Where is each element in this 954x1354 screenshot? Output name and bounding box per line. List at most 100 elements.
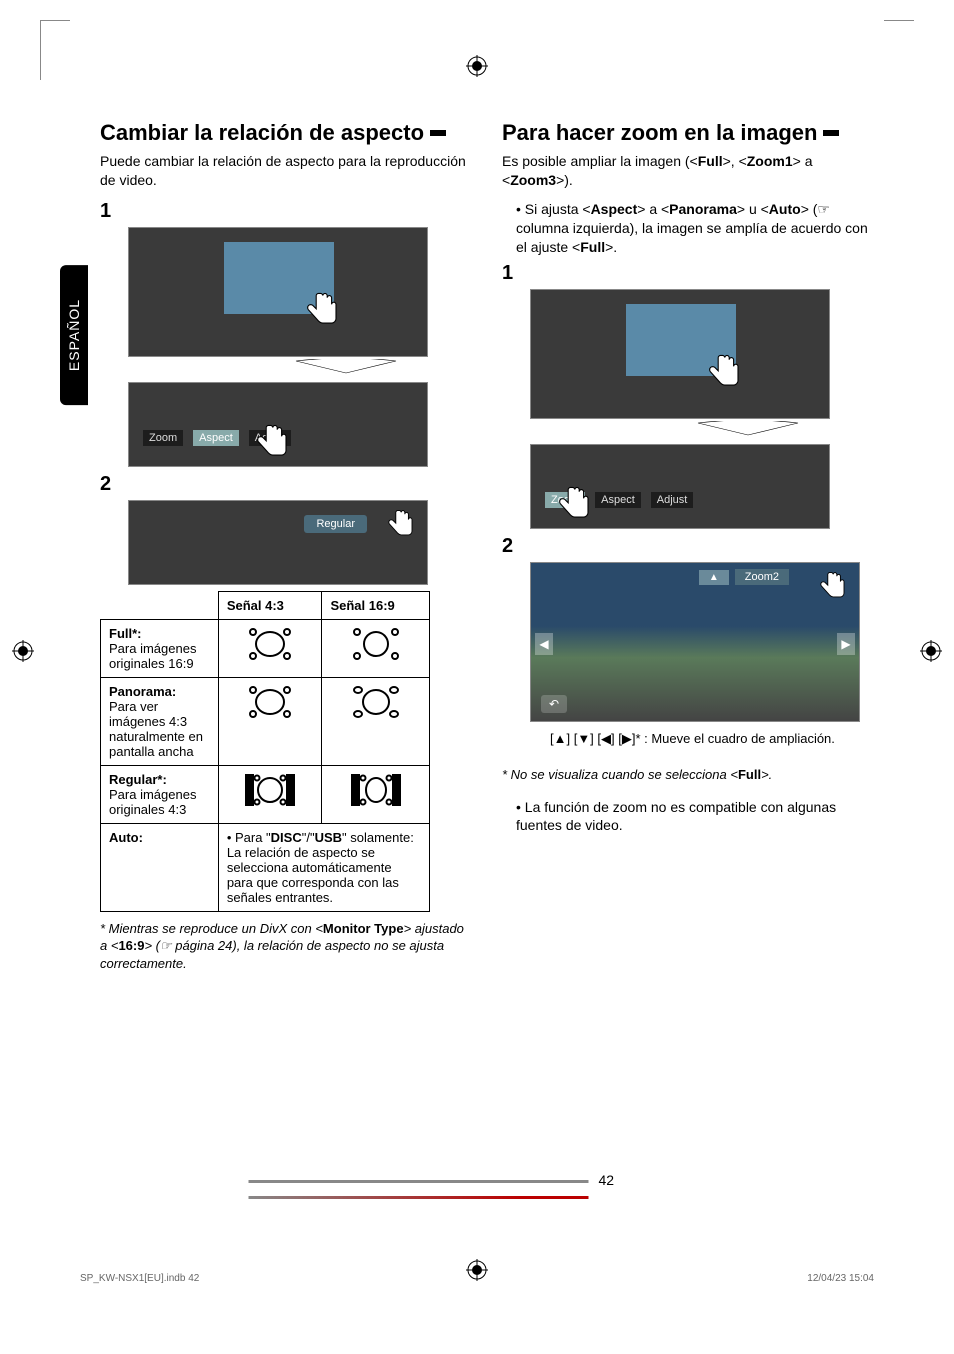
right-bullet-1: Si ajusta <Aspect> a <Panorama> u <Auto >… <box>516 200 874 257</box>
b1-pan: Panorama <box>669 201 737 217</box>
col-header-169: Señal 16:9 <box>322 591 430 619</box>
flow-arrow-icon <box>622 421 874 442</box>
step-2-label: 2 <box>100 473 472 496</box>
page-number: 42 <box>239 1172 716 1204</box>
menu-aspect: Aspect <box>193 430 239 446</box>
row-regular-desc: Para imágenes originales 4:3 <box>109 787 196 817</box>
b1-a: Si ajusta < <box>525 201 591 217</box>
flow-arrow-icon <box>220 359 472 380</box>
right-intro: Es posible ampliar la imagen (<Full>, <Z… <box>502 152 874 190</box>
an-full: Full <box>738 767 761 782</box>
aspect-pill: Regular <box>304 515 367 533</box>
left-heading: Cambiar la relación de aspecto <box>100 120 472 146</box>
step1-screenshot-a <box>128 227 428 357</box>
zoom-preview: ▲ Zoom2 ◀ ▶ ↶ <box>530 562 860 722</box>
up-arrow-icon: ▲ <box>699 570 729 585</box>
step1-screenshot-b: Zoom Aspect Adjust <box>128 382 428 467</box>
right-column: Para hacer zoom en la imagen Es posible … <box>502 120 874 972</box>
ri-d: >). <box>556 172 573 188</box>
tap-hand-icon <box>253 421 297 468</box>
nav-left-icon: ◀ <box>535 633 553 655</box>
step2-screenshot: Regular <box>128 500 428 585</box>
menu-adjust: Adjust <box>651 492 694 508</box>
row-panorama-desc: Para ver imágenes 4:3 naturalmente en pa… <box>109 699 203 759</box>
left-heading-text: Cambiar la relación de aspecto <box>100 120 424 146</box>
language-tab: ESPAÑOL <box>60 265 88 405</box>
registration-mark-bottom <box>466 1259 488 1284</box>
zoom-topbar: ▲ Zoom2 <box>699 569 789 585</box>
r-step-2-label: 2 <box>502 535 874 558</box>
b1-auto: Auto <box>769 201 801 217</box>
row-auto-desc: • Para "DISC"/"USB" solamente: La relaci… <box>218 823 429 911</box>
row-auto: Auto: <box>101 823 219 911</box>
an-b: >. <box>761 767 772 782</box>
auto-text-a: Para " <box>235 830 271 845</box>
row-regular: Regular*: Para imágenes originales 4:3 <box>101 765 219 823</box>
left-intro: Puede cambiar la relación de aspecto par… <box>100 152 472 190</box>
ri-z1: Zoom1 <box>747 153 793 169</box>
back-icon: ↶ <box>541 695 567 713</box>
fn-a: * Mientras se reproduce un DivX con < <box>100 921 323 936</box>
right-asterisk-note: * No se visualiza cuando se selecciona <… <box>502 766 874 784</box>
tap-hand-icon <box>303 289 347 336</box>
left-footnote: * Mientras se reproduce un DivX con <Mon… <box>100 920 472 973</box>
footer-left: SP_KW-NSX1[EU].indb 42 <box>80 1273 199 1284</box>
fn-c: > (☞ página 24), la relación de aspecto … <box>100 938 444 971</box>
row-panorama-label: Panorama: <box>109 684 176 699</box>
arrow-keys-note: [▲] [▼] [◀] [▶]* : Mueve el cuadro de am… <box>550 730 874 748</box>
footer-right: 12/04/23 15:04 <box>807 1273 874 1284</box>
shape-reg-169 <box>322 765 430 823</box>
tap-hand-icon <box>705 351 749 398</box>
col-header-43: Señal 4:3 <box>218 591 322 619</box>
right-bullet-2: La función de zoom no es compatible con … <box>516 798 874 836</box>
heading-rule-icon <box>823 130 839 136</box>
right-heading: Para hacer zoom en la imagen <box>502 120 874 146</box>
auto-disc: DISC <box>271 830 302 845</box>
right-heading-text: Para hacer zoom en la imagen <box>502 120 817 146</box>
tap-hand-icon <box>817 569 853 608</box>
aspect-table: Señal 4:3 Señal 16:9 Full*: Para imágene… <box>100 591 430 912</box>
heading-rule-icon <box>430 130 446 136</box>
shape-pan-43 <box>218 677 322 765</box>
row-full-desc: Para imágenes originales 16:9 <box>109 641 196 671</box>
shape-full-43 <box>218 619 322 677</box>
ri-z3: Zoom3 <box>510 172 556 188</box>
tap-hand-icon <box>555 483 599 530</box>
r-step1-screenshot-b: Zoom Aspect Adjust <box>530 444 830 529</box>
ri-b: >, < <box>723 153 747 169</box>
nav-right-icon: ▶ <box>837 633 855 655</box>
shape-full-169 <box>322 619 430 677</box>
row-panorama: Panorama: Para ver imágenes 4:3 naturalm… <box>101 677 219 765</box>
auto-usb: USB <box>315 830 342 845</box>
b1-c: > u < <box>737 201 769 217</box>
b1-e: >. <box>605 239 617 255</box>
r-step1-screenshot-a <box>530 289 830 419</box>
fn-mt: Monitor Type <box>323 921 404 936</box>
zoom-label: Zoom2 <box>735 569 789 585</box>
shape-pan-169 <box>322 677 430 765</box>
row-full: Full*: Para imágenes originales 16:9 <box>101 619 219 677</box>
crop-mark <box>40 20 70 80</box>
row-full-label: Full*: <box>109 626 142 641</box>
shape-reg-43 <box>218 765 322 823</box>
menu-zoom: Zoom <box>143 430 183 446</box>
registration-mark-top <box>466 55 488 80</box>
menu-aspect: Aspect <box>595 492 641 508</box>
row-auto-label: Auto: <box>109 830 143 845</box>
auto-slash: "/" <box>302 830 315 845</box>
crop-mark <box>884 20 914 80</box>
ri-full: Full <box>698 153 723 169</box>
r-step-1-label: 1 <box>502 262 874 285</box>
left-column: Cambiar la relación de aspecto Puede cam… <box>100 120 472 972</box>
fn-169: 16:9 <box>118 938 144 953</box>
row-regular-label: Regular*: <box>109 772 167 787</box>
b1-b: > a < <box>637 201 669 217</box>
registration-mark-right <box>920 640 942 665</box>
step-1-label: 1 <box>100 200 472 223</box>
an-a: * No se visualiza cuando se selecciona < <box>502 767 738 782</box>
registration-mark-left <box>12 640 34 665</box>
ri-a: Es posible ampliar la imagen (< <box>502 153 698 169</box>
b1-full: Full <box>580 239 605 255</box>
tap-hand-icon <box>385 507 421 546</box>
b1-aspect: Aspect <box>591 201 638 217</box>
